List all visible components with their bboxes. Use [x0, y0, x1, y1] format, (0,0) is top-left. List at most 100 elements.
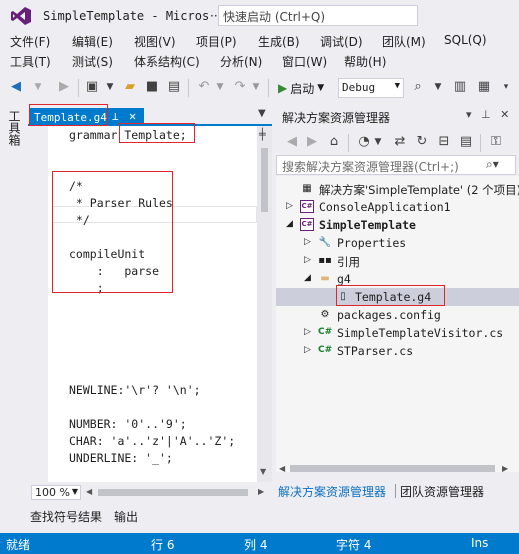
code-line[interactable]: CHAR: 'a'..'z'|'A'..'Z'; — [69, 434, 235, 448]
solution-configuration-select[interactable]: Debug ▼ — [338, 78, 404, 98]
undo-icon[interactable]: ↶ — [196, 79, 212, 95]
panel-menu-chevron-icon[interactable]: ▾ — [466, 108, 472, 121]
editor-bottom-bar: 100 % ▼ ◀ ▶ — [28, 483, 272, 501]
scroll-right-icon[interactable]: ▶ — [258, 487, 264, 496]
undo-dropdown-icon[interactable]: ▼ — [212, 79, 228, 95]
auto-hide-pin-icon[interactable]: ⊥ — [481, 108, 491, 121]
new-project-icon[interactable]: ▣ — [84, 79, 100, 95]
tree-item[interactable]: ▷ C# STParser.cs — [276, 342, 519, 360]
solution-explorer-toolbar: ◀ ▶ ⌂ ◔ ▼ ⇄ ↻ ⊟ ▤ ⚿ — [276, 130, 519, 154]
find-in-files-icon[interactable]: ⌕ — [410, 79, 426, 95]
save-icon[interactable]: ■ — [144, 79, 160, 95]
tree-item[interactable]: ◢ C# SimpleTemplate — [276, 216, 519, 234]
solution-explorer-search-input[interactable]: 搜索解决方案资源管理器(Ctrl+;) ⌕▾ — [276, 155, 516, 175]
scroll-left-icon[interactable]: ◀ — [86, 487, 92, 496]
editor-tab-dropdown-icon[interactable]: ▼ — [258, 108, 266, 119]
menu-project[interactable]: 项目(P) — [196, 33, 237, 50]
tab-output[interactable]: 输出 — [114, 508, 138, 525]
editor-horizontal-scrollbar[interactable]: ◀ ▶ — [86, 487, 266, 497]
tree-item[interactable]: ⚙ packages.config — [276, 306, 519, 324]
menu-help[interactable]: 帮助(H) — [344, 53, 386, 70]
editor-vertical-scrollbar[interactable]: ╪ ▼ — [257, 126, 272, 482]
tree-item-label: ConsoleApplication1 — [319, 200, 451, 214]
tree-item[interactable]: ▦ 解决方案'SimpleTemplate' (2 个项目) — [276, 180, 519, 198]
tree-item[interactable]: ▷ C# SimpleTemplateVisitor.cs — [276, 324, 519, 342]
navigate-forward-icon[interactable]: ▶ — [56, 79, 72, 95]
open-file-icon[interactable]: ▰ — [122, 79, 138, 95]
close-icon[interactable]: ✕ — [500, 108, 509, 121]
panel-header-controls: ▾ ⊥ ✕ — [466, 108, 509, 121]
properties-window-icon[interactable]: ▦ — [476, 79, 492, 95]
tree-item[interactable]: ▷ 🔧 Properties — [276, 234, 519, 252]
scroll-left-icon[interactable]: ◀ — [279, 464, 285, 473]
show-all-files-icon[interactable]: ▤ — [458, 134, 474, 150]
code-line[interactable]: UNDERLINE: '_'; — [69, 451, 173, 465]
navigate-back-dropdown-icon[interactable]: ▼ — [30, 79, 46, 95]
navigate-back-icon[interactable]: ◀ — [8, 79, 24, 95]
start-dropdown-icon[interactable]: ▼ — [317, 83, 324, 93]
menu-debug[interactable]: 调试(D) — [320, 33, 363, 50]
properties-icon[interactable]: ⚿ — [488, 134, 504, 150]
collapse-all-icon[interactable]: ⊟ — [436, 134, 452, 150]
code-line[interactable]: NUMBER: '0'..'9'; — [69, 417, 187, 431]
solution-explorer-scroll-thumb[interactable] — [290, 465, 495, 472]
collapsed-arrow-icon[interactable]: ▷ — [304, 327, 311, 337]
menu-window[interactable]: 窗口(W) — [282, 53, 327, 70]
scroll-right-icon[interactable]: ▶ — [502, 464, 508, 473]
redo-dropdown-icon[interactable]: ▼ — [248, 79, 264, 95]
menu-tools[interactable]: 工具(T) — [10, 53, 51, 70]
sync-with-active-document-icon[interactable]: ⇄ — [392, 134, 408, 150]
filter-dropdown-icon[interactable]: ▼ — [370, 134, 386, 150]
search-icon[interactable]: ⌕▾ — [486, 157, 499, 172]
collapsed-arrow-icon[interactable]: ▷ — [304, 255, 311, 265]
editor-horizontal-scroll-thumb[interactable] — [98, 489, 248, 496]
zoom-select[interactable]: 100 % ▼ — [31, 485, 81, 500]
bottom-tool-tabs: 查找符号结果 输出 — [28, 507, 272, 525]
tree-item[interactable]: ▷ ▪▪ 引用 — [276, 252, 519, 270]
back-icon[interactable]: ◀ — [284, 134, 300, 150]
save-all-icon[interactable]: ▤ — [166, 79, 182, 95]
close-icon[interactable]: ✕ — [129, 109, 136, 123]
tree-item[interactable]: ▷ C# ConsoleApplication1 — [276, 198, 519, 216]
start-debugging-button[interactable]: ▶ 启动 ▼ — [278, 78, 324, 98]
toolbar-separator — [348, 134, 349, 152]
solution-explorer-horizontal-scrollbar[interactable]: ◀ ▶ — [276, 462, 519, 474]
menu-view[interactable]: 视图(V) — [134, 33, 176, 50]
solution-icon: ▦ — [302, 183, 312, 194]
pin-icon[interactable]: ⊥ — [112, 110, 119, 123]
collapsed-arrow-icon[interactable]: ▷ — [286, 201, 293, 211]
home-icon[interactable]: ⌂ — [326, 134, 342, 150]
forward-icon[interactable]: ▶ — [304, 134, 320, 150]
menu-sql[interactable]: SQL(Q) — [444, 33, 487, 47]
tab-team-explorer[interactable]: 团队资源管理器 — [400, 483, 484, 500]
main-menu-row-2: 工具(T) 测试(S) 体系结构(C) 分析(N) 窗口(W) 帮助(H) — [0, 53, 519, 72]
menu-analyze[interactable]: 分析(N) — [220, 53, 262, 70]
expanded-arrow-icon[interactable]: ◢ — [286, 219, 293, 229]
editor-vertical-scroll-thumb[interactable] — [261, 148, 268, 212]
menu-edit[interactable]: 编辑(E) — [72, 33, 113, 50]
menu-team[interactable]: 团队(M) — [382, 33, 426, 50]
solution-explorer-toolbar-icon[interactable]: ▥ — [452, 79, 468, 95]
tab-find-symbol-results[interactable]: 查找符号结果 — [30, 508, 102, 525]
collapsed-arrow-icon[interactable]: ▷ — [304, 237, 311, 247]
tab-solution-explorer[interactable]: 解决方案资源管理器 — [278, 483, 386, 500]
tree-item-label: packages.config — [337, 308, 441, 322]
collapsed-arrow-icon[interactable]: ▷ — [304, 345, 311, 355]
refresh-icon[interactable]: ↻ — [414, 134, 430, 150]
scroll-down-icon[interactable]: ▼ — [260, 467, 266, 476]
toolbar-overflow-icon[interactable]: ▾ — [498, 79, 514, 95]
menu-build[interactable]: 生成(B) — [258, 33, 300, 50]
code-line[interactable]: NEWLINE:'\r'? '\n'; — [69, 383, 201, 397]
menu-test[interactable]: 测试(S) — [72, 53, 113, 70]
quick-launch-input[interactable]: 快速启动 (Ctrl+Q) — [218, 5, 418, 26]
toolbox-strip[interactable]: 工具箱 — [0, 104, 24, 504]
menu-file[interactable]: 文件(F) — [10, 33, 50, 50]
toolbox-label[interactable]: 工具箱 — [6, 110, 23, 146]
expanded-arrow-icon[interactable]: ◢ — [304, 273, 311, 283]
redo-icon[interactable]: ↷ — [232, 79, 248, 95]
split-window-icon[interactable]: ╪ — [259, 128, 266, 141]
new-project-dropdown-icon[interactable]: ▼ — [102, 79, 118, 95]
status-character: 字符 4 — [336, 538, 372, 552]
find-dropdown-icon[interactable]: ▼ — [430, 79, 446, 95]
menu-architecture[interactable]: 体系结构(C) — [134, 53, 200, 70]
